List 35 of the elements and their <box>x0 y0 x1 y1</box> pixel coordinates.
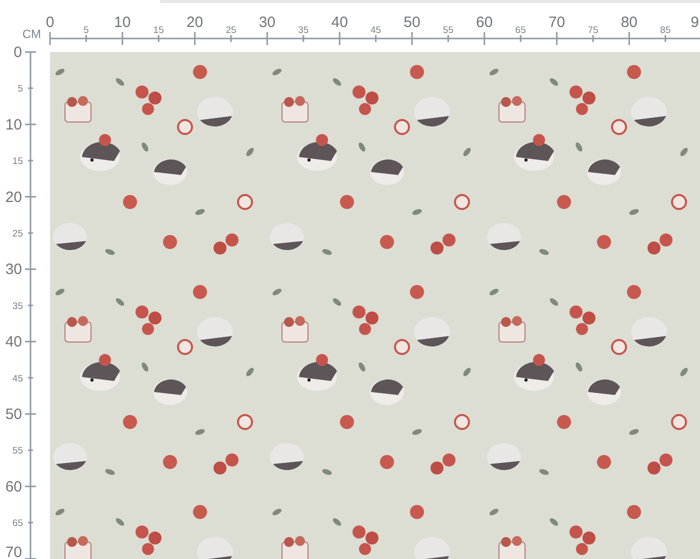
ruler-label: 60 <box>5 478 22 496</box>
ruler-label: 0 <box>46 14 54 31</box>
ruler-label: 30 <box>258 14 276 31</box>
ruler-label: 80 <box>620 14 638 31</box>
ruler-label: 35 <box>12 300 23 312</box>
ruler-label: 60 <box>476 14 493 31</box>
ruler-label: 40 <box>5 334 22 351</box>
ruler-label: 50 <box>5 406 22 423</box>
ruler-label: 40 <box>331 14 348 31</box>
ruler-label: 30 <box>5 261 22 278</box>
ruler-label: 20 <box>186 14 204 31</box>
ruler-label: 5 <box>18 84 23 95</box>
ruler-label: 45 <box>370 25 382 36</box>
unit-label: CM <box>22 27 41 41</box>
ruler-label: 25 <box>12 228 23 240</box>
ruler-label: 10 <box>114 14 131 31</box>
ruler-label: 50 <box>404 14 420 31</box>
ruler-label: 70 <box>548 14 566 31</box>
ruler-label: 45 <box>12 373 23 384</box>
ruler-label: 25 <box>226 25 236 36</box>
ruler-label: 75 <box>588 25 598 36</box>
ruler-label: 55 <box>442 25 454 36</box>
ruler-label: 35 <box>298 25 309 36</box>
ruler-label: 9 <box>690 14 699 31</box>
ruler-label: 10 <box>5 116 22 134</box>
ruler-label: 15 <box>12 156 23 168</box>
ruler-label: 20 <box>5 188 22 206</box>
ruler-label: 55 <box>12 446 23 457</box>
ruler-label: 5 <box>84 25 89 36</box>
ruler-label: 0 <box>14 44 22 61</box>
ruler-label: 85 <box>660 25 671 36</box>
ruler-label: 15 <box>153 25 164 36</box>
ruler-label: 65 <box>12 518 23 530</box>
ruler-label: 65 <box>515 25 526 36</box>
ruler-label: 70 <box>5 544 22 559</box>
